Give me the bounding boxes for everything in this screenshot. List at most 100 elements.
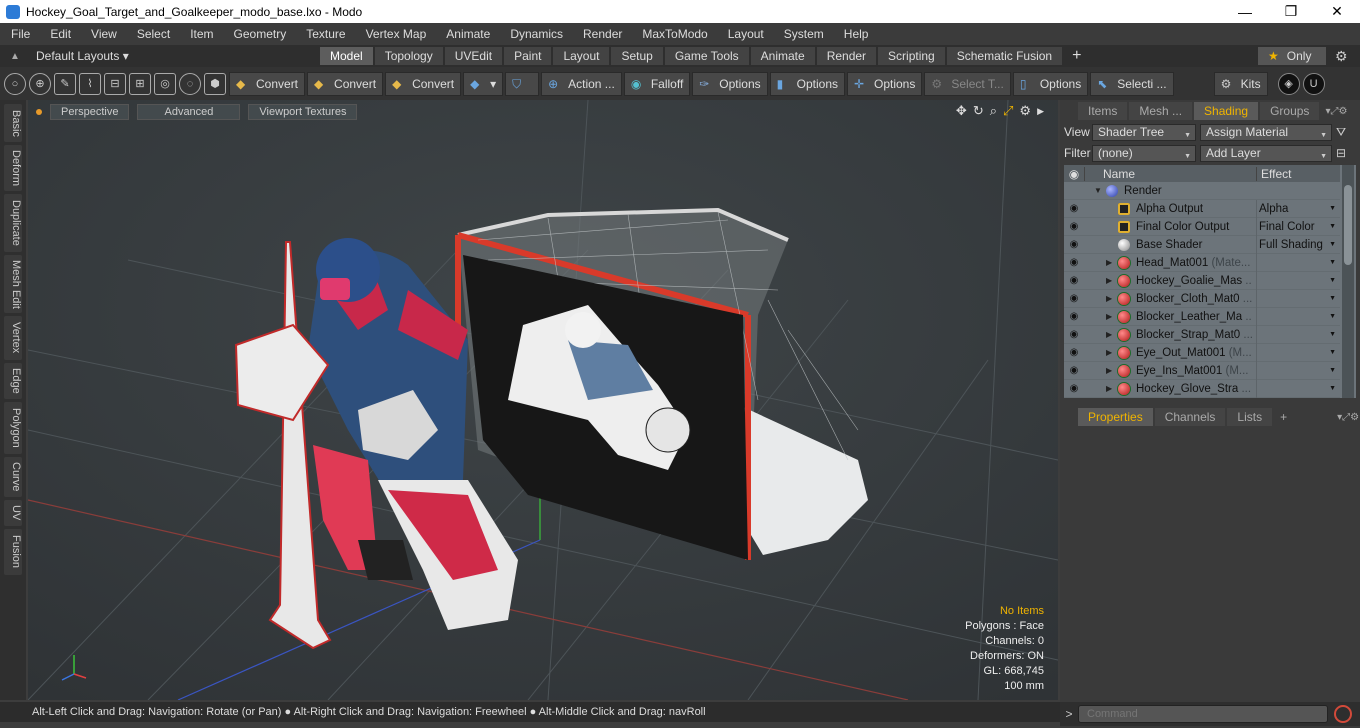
visibility-eye-icon[interactable]: ◉ — [1064, 329, 1084, 340]
3d-viewport[interactable]: Perspective Advanced Viewport Textures ✥… — [28, 100, 1058, 700]
visibility-eye-icon[interactable]: ◉ — [1064, 383, 1084, 394]
shader-tree-row[interactable]: ◉ Alpha Output Alpha ▼ — [1064, 199, 1340, 218]
tab-game-tools[interactable]: Game Tools — [664, 47, 749, 65]
shader-tree-row[interactable]: ◉ ▶ Hockey_Goalie_Mas ... ▼ — [1064, 271, 1340, 290]
panel-menu-icon[interactable]: ▾⤢⚙ — [1325, 106, 1347, 117]
collapse-icon[interactable]: ⊟ — [1336, 146, 1346, 160]
strip-tab-deform[interactable]: Deform — [4, 145, 22, 191]
pen-icon[interactable]: ✎ — [54, 72, 76, 95]
menu-render[interactable]: Render — [572, 23, 631, 45]
tab-items[interactable]: Items — [1078, 102, 1128, 120]
tab-schematic-fusion[interactable]: Schematic Fusion — [946, 47, 1063, 65]
menu-select[interactable]: Select — [126, 23, 179, 45]
minimize-icon[interactable]: — — [1222, 0, 1268, 23]
unreal-icon[interactable]: U — [1302, 72, 1325, 95]
expand-arrow-icon[interactable]: ▶ — [1106, 276, 1118, 285]
add-tab-icon[interactable]: + — [1072, 47, 1081, 65]
strip-tab-fusion[interactable]: Fusion — [4, 529, 22, 575]
convert-button-1[interactable]: ◆ Convert — [229, 71, 306, 96]
view-select[interactable]: Shader Tree — [1092, 123, 1196, 143]
tab-setup[interactable]: Setup — [611, 47, 663, 65]
expand-arrow-icon[interactable]: ▶ — [1106, 312, 1118, 321]
assign-material-button[interactable]: Assign Material — [1200, 123, 1332, 143]
shader-tree-row[interactable]: ▼ Render — [1064, 182, 1340, 200]
unity-icon[interactable]: ◈ — [1277, 72, 1300, 95]
strip-tab-edge[interactable]: Edge — [4, 363, 22, 399]
effect-dropdown[interactable]: Final Color ▼ — [1256, 217, 1340, 236]
options-button-3[interactable]: ✛ Options — [847, 71, 923, 96]
options-button-2[interactable]: ▮ Options — [769, 71, 845, 96]
tab-render[interactable]: Render — [816, 47, 877, 65]
effect-dropdown[interactable]: Alpha ▼ — [1256, 199, 1340, 218]
tab-shading[interactable]: Shading — [1194, 102, 1259, 120]
shader-tree-row[interactable]: ◉ Final Color Output Final Color ▼ — [1064, 217, 1340, 236]
props-menu-icon[interactable]: ▾⤢⚙ — [1337, 412, 1359, 423]
tab-lists[interactable]: Lists — [1227, 408, 1273, 426]
vertex-select-icon[interactable]: ○ — [4, 72, 26, 95]
visibility-eye-icon[interactable]: ◉ — [1064, 365, 1084, 376]
convert-button-3[interactable]: ◆ Convert — [385, 71, 462, 96]
tab-model[interactable]: Model — [320, 47, 373, 65]
options-button-4[interactable]: ▯ Options — [1012, 71, 1089, 96]
only-button[interactable]: ★ Only — [1258, 47, 1326, 65]
pin-icon[interactable]: ▲ — [10, 51, 24, 62]
menu-layout[interactable]: Layout — [717, 23, 773, 45]
tab-mesh[interactable]: Mesh ... — [1129, 102, 1193, 120]
selection-button[interactable]: ⬉ Selecti ... — [1090, 71, 1174, 96]
name-column-header[interactable]: Name — [1084, 166, 1256, 181]
menu-edit[interactable]: Edit — [39, 23, 80, 45]
effect-dropdown[interactable]: ▼ — [1256, 253, 1340, 272]
strip-tab-vertex[interactable]: Vertex — [4, 316, 22, 360]
shader-tree-row[interactable]: ◉ ▶ Blocker_Cloth_Mat0 ... ▼ — [1064, 289, 1340, 308]
maximize-icon[interactable]: ❐ — [1268, 0, 1314, 23]
command-input[interactable] — [1078, 705, 1328, 723]
tab-properties[interactable]: Properties — [1078, 408, 1153, 426]
tab-layout[interactable]: Layout — [553, 47, 610, 65]
visibility-eye-icon[interactable]: ◉ — [1064, 239, 1084, 250]
shader-tree-row[interactable]: ◉ ▶ Blocker_Leather_Ma ... ▼ — [1064, 307, 1340, 326]
add-layer-button[interactable]: Add Layer — [1200, 144, 1332, 164]
effect-dropdown[interactable]: ▼ — [1256, 361, 1340, 380]
shield-select-icon[interactable]: ⬢ — [204, 72, 226, 95]
effect-dropdown[interactable]: ▼ — [1256, 325, 1340, 344]
menu-item[interactable]: Item — [179, 23, 222, 45]
menu-file[interactable]: File — [0, 23, 39, 45]
effect-dropdown[interactable]: ▼ — [1256, 271, 1340, 290]
effect-dropdown[interactable]: ▼ — [1256, 379, 1340, 398]
shader-tree-row[interactable]: ◉ Base Shader Full Shading ▼ — [1064, 235, 1340, 254]
item-select-icon[interactable]: ◌ — [179, 72, 201, 95]
tab-animate[interactable]: Animate — [750, 47, 815, 65]
globe-icon[interactable]: ⊕ — [29, 72, 51, 95]
mesh-dropdown-button[interactable]: ◆ ▾ — [463, 71, 504, 96]
visibility-eye-icon[interactable]: ◉ — [1064, 311, 1084, 322]
material-select-icon[interactable]: ◎ — [154, 72, 176, 95]
expand-arrow-icon[interactable]: ▶ — [1106, 384, 1118, 393]
falloff-button[interactable]: ◉ Falloff — [623, 71, 691, 96]
edge-select-icon[interactable]: ⊟ — [104, 72, 126, 95]
fit-icon[interactable]: ⤢ — [1003, 103, 1013, 119]
scrollbar-thumb[interactable] — [1344, 185, 1352, 265]
filter-select[interactable]: (none) — [1092, 144, 1196, 164]
filter-funnel-icon[interactable]: ⛛ — [1336, 125, 1346, 140]
brush-icon[interactable]: ⌇ — [79, 72, 101, 95]
pan-icon[interactable]: ✥ — [956, 103, 967, 119]
menu-maxtomodo[interactable]: MaxToModo — [631, 23, 716, 45]
effect-dropdown[interactable]: ▼ — [1256, 343, 1340, 362]
close-icon[interactable]: ✕ — [1314, 0, 1360, 23]
expand-arrow-icon[interactable]: ▶ — [1106, 366, 1118, 375]
viewport-menu-dot[interactable] — [36, 109, 42, 115]
visibility-eye-icon[interactable]: ◉ — [1064, 347, 1084, 358]
strip-tab-curve[interactable]: Curve — [4, 457, 22, 497]
tab-uvedit[interactable]: UVEdit — [444, 47, 503, 65]
expand-arrow-icon[interactable]: ▶ — [1106, 294, 1118, 303]
tab-scripting[interactable]: Scripting — [878, 47, 945, 65]
convert-button-2[interactable]: ◆ Convert — [307, 71, 384, 96]
collapse-arrow-icon[interactable]: ▼ — [1094, 186, 1106, 195]
expand-arrow-icon[interactable]: ▶ — [1106, 330, 1118, 339]
strip-tab-uv[interactable]: UV — [4, 500, 22, 526]
effect-dropdown[interactable]: ▼ — [1256, 307, 1340, 326]
strip-tab-duplicate[interactable]: Duplicate — [4, 194, 22, 252]
shader-tree-row[interactable]: ◉ ▶ Head_Mat001 (Mate... ▼ — [1064, 253, 1340, 272]
effect-dropdown[interactable]: Full Shading ▼ — [1256, 235, 1340, 254]
shader-tree-scrollbar[interactable] — [1342, 165, 1354, 398]
